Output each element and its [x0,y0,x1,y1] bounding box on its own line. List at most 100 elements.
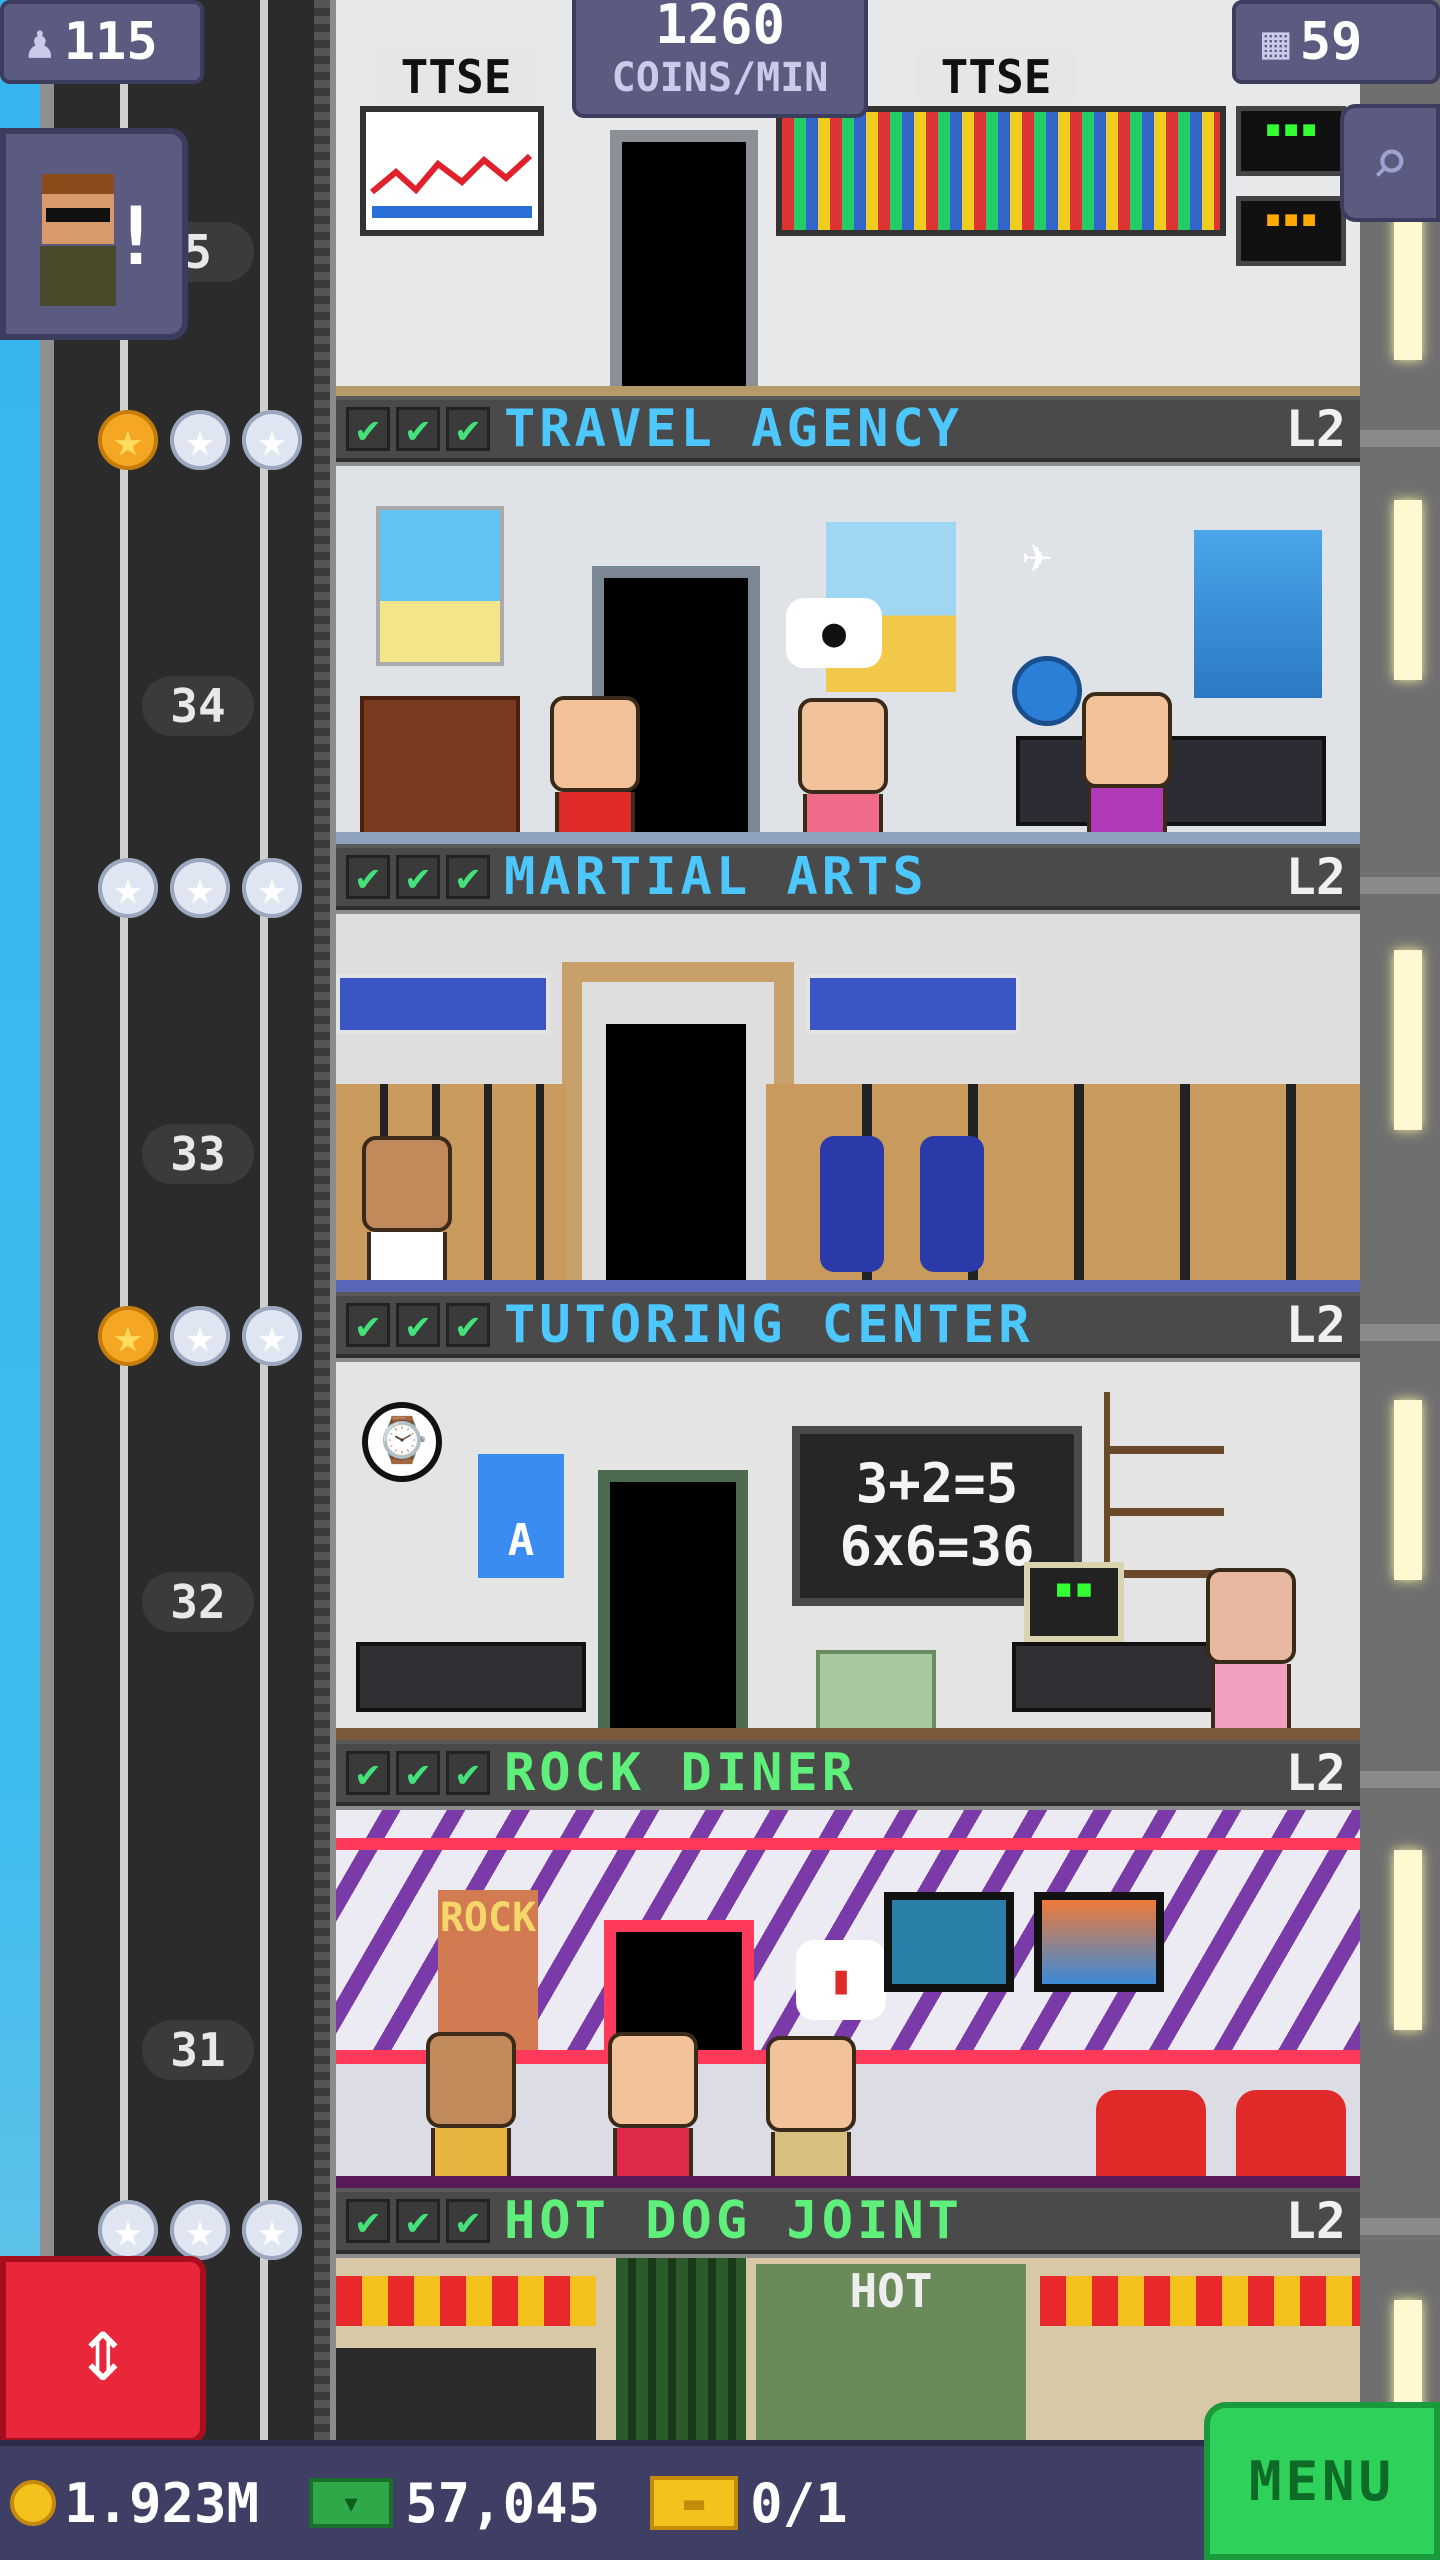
floor-number: 33 [142,1124,254,1184]
green-curtain [616,2258,746,2440]
gold-star-icon: ★ [98,1306,158,1366]
stock-checks: ✔ ✔ ✔ [346,1751,490,1795]
alert-icon: ! [111,190,160,283]
person[interactable] [426,2032,516,2188]
hot-dog-sign: HOT [756,2264,1026,2440]
silver-star-icon: ★ [242,2200,302,2260]
floor-level: L2 [1285,400,1346,458]
diner-tv [884,1892,1014,1992]
speech-bubble-icon: ● [786,598,882,668]
apple-poster: A [478,1454,564,1578]
check-icon: ✔ [346,407,390,451]
person[interactable] [362,1136,452,1292]
dojo-banner [806,974,1020,1034]
population-badge[interactable]: ♟ 115 [0,0,204,84]
silver-star-icon: ★ [170,410,230,470]
person[interactable] [550,696,640,844]
floor-level: L2 [1285,2192,1346,2250]
search-button[interactable]: ⌕ [1340,104,1440,222]
person[interactable] [1206,1568,1296,1734]
chalkboard-line: 3+2=5 [855,1452,1019,1515]
check-icon: ✔ [346,855,390,899]
window [1394,1850,1422,2030]
stock-checks: ✔ ✔ ✔ [346,2199,490,2243]
coin-icon [10,2480,56,2526]
file-cabinet [816,1650,936,1740]
bux-display[interactable]: ▾ 57,045 [269,2472,600,2535]
awning [336,2276,596,2326]
tower-right-wall [1360,0,1440,2440]
person[interactable] [608,2032,698,2188]
floor-trim [336,1728,1360,1740]
floor-room-travel-agency[interactable]: ✈ ● [336,466,1360,844]
floor-banner-martial-arts[interactable]: ✔ ✔ ✔ MARTIAL ARTS L2 [336,844,1360,910]
person[interactable] [798,698,888,844]
room-door [598,1470,748,1740]
check-icon: ✔ [396,2199,440,2243]
stock-ticker-board [776,106,1226,236]
person[interactable] [1082,692,1172,844]
check-icon: ✔ [446,855,490,899]
floor-room-rock-diner[interactable]: ROCK ▮ [336,1810,1360,2188]
floor-banner-rock-diner[interactable]: ✔ ✔ ✔ ROCK DINER L2 [336,1740,1360,1806]
silver-star-icon: ★ [242,410,302,470]
floor-level: L2 [1285,1744,1346,1802]
floor-name: HOT DOG JOINT [504,2191,963,2251]
population-count: 115 [63,12,158,72]
coins-display[interactable]: 1.923M [10,2472,259,2535]
magnifier-icon: ⌕ [1370,126,1410,200]
grill [336,2348,596,2440]
vip-avatar-icon [40,174,116,306]
floor-banner-travel-agency[interactable]: ✔ ✔ ✔ TRAVEL AGENCY L2 [336,396,1360,462]
floor-rating-stars: ★ ★ ★ [98,2200,302,2260]
room-door [606,1024,746,1292]
study-desk [356,1642,586,1712]
check-icon: ✔ [446,2199,490,2243]
coins-per-min-badge: 1260 COINS/MIN [572,0,868,118]
coins-value: 1.923M [64,2471,260,2535]
tickets-display[interactable]: ▬ 0/1 [610,2472,848,2535]
ttse-sign: TTSE [376,50,536,104]
elevator-rail [120,0,128,2440]
up-down-arrows-icon: ⇕ [75,2297,131,2402]
punching-bag [820,1136,884,1272]
floor-rating-stars: ★ ★ ★ [98,858,302,918]
floor-level: L2 [1285,848,1346,906]
ttse-sign: TTSE [916,50,1076,104]
menu-button[interactable]: MENU [1204,2402,1440,2560]
gold-star-icon: ★ [98,410,158,470]
neon-strip [336,1838,1360,1850]
person[interactable] [766,2036,856,2188]
bux-value: 57,045 [405,2471,601,2535]
floors-badge[interactable]: ▦ 59 [1232,0,1440,84]
floor-name: MARTIAL ARTS [504,847,928,907]
brochure-rack [360,696,520,836]
floor-room-tutoring-center[interactable]: ⌚ A 3+2=5 6x6=36 ▪▪ [336,1362,1360,1740]
floor-banner-tutoring-center[interactable]: ✔ ✔ ✔ TUTORING CENTER L2 [336,1292,1360,1358]
floor-trim [336,386,1360,396]
awning [1040,2276,1360,2326]
clock-icon: ⌚ [362,1402,442,1482]
stock-checks: ✔ ✔ ✔ [346,1303,490,1347]
check-icon: ✔ [446,1303,490,1347]
coins-per-min-label: COINS/MIN [611,55,829,101]
floor-level: L2 [1285,1296,1346,1354]
elevator-button[interactable]: ⇕ [0,2256,206,2444]
window [1394,950,1422,1130]
floor-banner-hot-dog-joint[interactable]: ✔ ✔ ✔ HOT DOG JOINT L2 [336,2188,1360,2254]
check-icon: ✔ [446,1751,490,1795]
check-icon: ✔ [396,855,440,899]
check-icon: ✔ [396,407,440,451]
check-icon: ✔ [346,1303,390,1347]
silver-star-icon: ★ [170,858,230,918]
floor-room-martial-arts[interactable] [336,914,1360,1292]
check-icon: ✔ [396,1751,440,1795]
floors-count: 59 [1299,12,1363,72]
computer-monitor: ▪▪ [1024,1562,1124,1642]
elevator-rail [260,0,268,2440]
silver-star-icon: ★ [170,2200,230,2260]
check-icon: ✔ [396,1303,440,1347]
floor-name: TRAVEL AGENCY [504,399,963,459]
floor-number: 32 [142,1572,254,1632]
vip-notification-button[interactable]: ! [0,128,188,340]
